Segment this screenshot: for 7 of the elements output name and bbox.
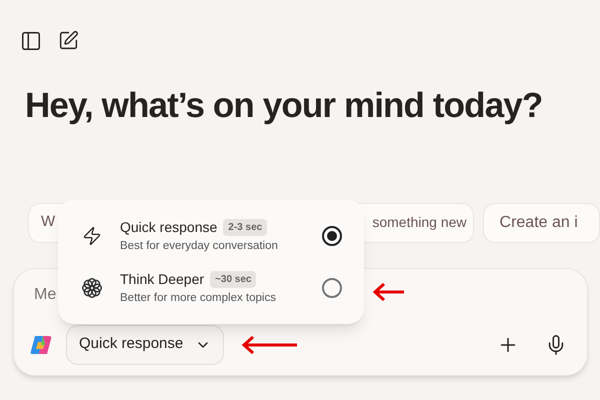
time-badge: ~30 sec: [210, 271, 256, 288]
option-description: Better for more complex topics: [120, 291, 277, 306]
greeting-heading: Hey, what’s on your mind today?: [25, 85, 544, 127]
option-description: Best for everyday conversation: [120, 238, 279, 254]
time-badge: 2-3 sec: [223, 218, 268, 236]
option-title: Think Deeper: [120, 270, 204, 289]
option-title: Quick response: [120, 218, 218, 237]
